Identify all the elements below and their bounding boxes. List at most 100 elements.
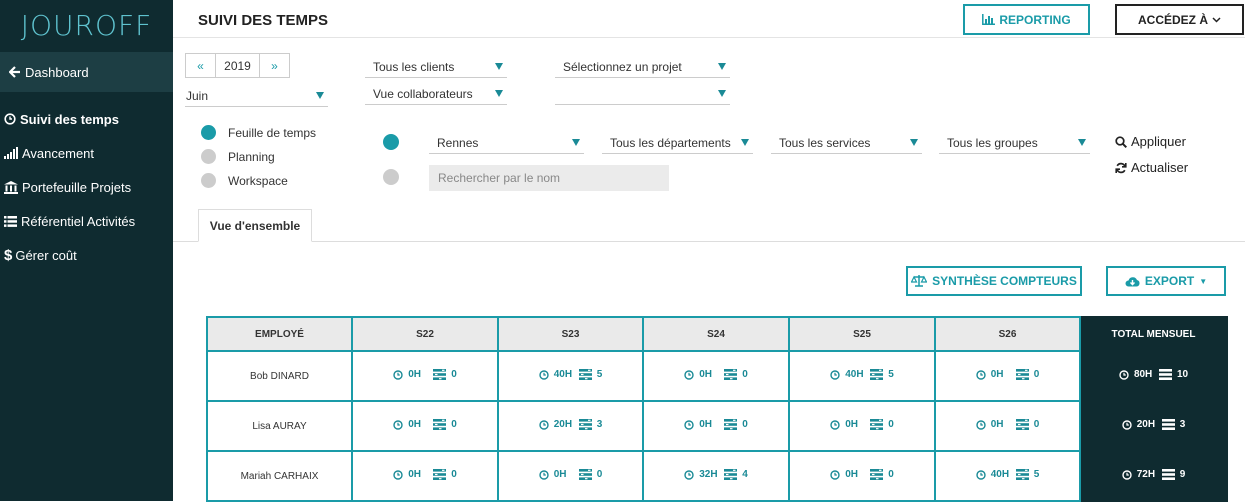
- clock-icon: [539, 370, 549, 380]
- page-title: SUIVI DES TEMPS: [198, 12, 329, 29]
- radio-icon: [201, 149, 216, 164]
- bank-icon: [4, 180, 18, 194]
- total-tasks: 9: [1179, 469, 1186, 481]
- mode-option-workspace[interactable]: Workspace: [201, 173, 288, 188]
- column-header-s26[interactable]: S26: [934, 316, 1081, 352]
- tasks-icon: [433, 369, 447, 381]
- week-cell[interactable]: 32H 4: [642, 450, 790, 502]
- services-value: Tous les services: [779, 135, 871, 150]
- week-cell[interactable]: 40H 5: [934, 450, 1081, 502]
- employee-name-cell[interactable]: Lisa AURAY: [206, 400, 353, 452]
- sidebar-item-avancement[interactable]: Avancement: [0, 136, 173, 170]
- tasks-icon: [433, 419, 447, 431]
- tasks-count: 0: [451, 419, 457, 431]
- sidebar-item-dashboard[interactable]: Dashboard: [0, 52, 173, 92]
- week-cell[interactable]: 40H 5: [788, 350, 936, 402]
- week-cell[interactable]: 0H 0: [788, 450, 936, 502]
- week-cell[interactable]: 0H 0: [642, 350, 790, 402]
- access-label: ACCÉDEZ À: [1137, 12, 1208, 27]
- tasks-icon: [433, 469, 447, 481]
- week-cell[interactable]: 0H 0: [642, 400, 790, 452]
- name-search-input[interactable]: Rechercher par le nom: [429, 165, 669, 191]
- tasks-icon: [870, 369, 884, 381]
- synthese-compteurs-button[interactable]: SYNTHÈSE COMPTEURS: [906, 266, 1082, 296]
- total-cell[interactable]: 80H 10: [1079, 350, 1228, 402]
- sidebar-item-label: Portefeuille Projets: [22, 179, 132, 195]
- employee-name-cell[interactable]: Bob DINARD: [206, 350, 353, 402]
- app-logo[interactable]: JOUROFF: [0, 0, 173, 52]
- secondary-select[interactable]: [555, 83, 730, 105]
- tasks-icon: [1158, 369, 1172, 381]
- tasks-icon: [870, 469, 884, 481]
- view-select[interactable]: Vue collaborateurs: [365, 83, 507, 105]
- total-cell[interactable]: 72H 9: [1079, 450, 1228, 502]
- mode-option-feuille[interactable]: Feuille de temps: [201, 125, 316, 140]
- total-cell[interactable]: 20H 3: [1079, 400, 1228, 452]
- hours-value: 0H: [553, 469, 567, 481]
- tasks-count: 3: [596, 419, 603, 431]
- tasks-count: 0: [1033, 419, 1040, 431]
- search-toggle[interactable]: [383, 169, 399, 185]
- employee-name-cell[interactable]: Mariah CARHAIX: [206, 450, 353, 502]
- table-row: Lisa AURAY 0H 0 20H 3 0H 0 0H 0 0H 0 20H 3: [206, 400, 1228, 452]
- column-header-employee[interactable]: EMPLOYÉ: [206, 316, 353, 352]
- refresh-button[interactable]: Actualiser: [1115, 160, 1188, 175]
- view-value: Vue collaborateurs: [373, 86, 473, 101]
- services-select[interactable]: Tous les services: [771, 132, 922, 154]
- hours-value: 32H: [699, 469, 718, 481]
- caret-down-icon: [910, 139, 918, 146]
- tab-overview[interactable]: Vue d'ensemble: [198, 209, 312, 242]
- caret-down-icon: [495, 90, 503, 97]
- column-header-s22[interactable]: S22: [351, 316, 499, 352]
- total-hours: 80H: [1133, 369, 1153, 381]
- sidebar-item-portefeuille[interactable]: Portefeuille Projets: [0, 170, 173, 204]
- tasks-icon: [1161, 469, 1175, 481]
- column-header-s24[interactable]: S24: [642, 316, 790, 352]
- location-select[interactable]: Rennes: [429, 132, 584, 154]
- main-content: SUIVI DES TEMPS REPORTING ACCÉDEZ À « 20…: [173, 0, 1245, 502]
- export-button[interactable]: EXPORT ▼: [1106, 266, 1226, 296]
- sidebar-item-cout[interactable]: $ Gérer coût: [0, 238, 173, 272]
- reporting-label: REPORTING: [999, 12, 1071, 27]
- clock-icon: [539, 420, 549, 430]
- column-header-s25[interactable]: S25: [788, 316, 936, 352]
- clock-icon: [1122, 470, 1132, 480]
- column-header-total[interactable]: TOTAL MENSUEL: [1079, 316, 1228, 352]
- hours-value: 0H: [699, 419, 713, 431]
- refresh-label: Actualiser: [1131, 160, 1189, 175]
- access-dropdown-button[interactable]: ACCÉDEZ À: [1115, 4, 1244, 35]
- week-cell[interactable]: 0H 0: [788, 400, 936, 452]
- sidebar-item-suivi[interactable]: Suivi des temps: [0, 102, 173, 136]
- clock-icon: [976, 420, 986, 430]
- apply-button[interactable]: Appliquer: [1115, 134, 1186, 149]
- clock-icon: [1119, 370, 1129, 380]
- month-select[interactable]: Juin: [185, 85, 328, 107]
- previous-year-button[interactable]: «: [186, 54, 215, 77]
- sidebar-item-referentiel[interactable]: Référentiel Activités: [0, 204, 173, 238]
- clients-select[interactable]: Tous les clients: [365, 56, 507, 78]
- week-cell[interactable]: 0H 0: [351, 350, 499, 402]
- tasks-icon: [1161, 419, 1175, 431]
- project-select[interactable]: Sélectionnez un projet: [555, 56, 730, 78]
- week-cell[interactable]: 20H 3: [497, 400, 644, 452]
- signal-bars-icon: [4, 147, 18, 159]
- week-cell[interactable]: 40H 5: [497, 350, 644, 402]
- next-year-button[interactable]: »: [260, 54, 289, 77]
- column-header-s23[interactable]: S23: [497, 316, 644, 352]
- mode-option-planning[interactable]: Planning: [201, 149, 275, 164]
- filter-toggle-selected[interactable]: [383, 134, 399, 150]
- cloud-download-icon: [1125, 276, 1140, 286]
- tasks-icon: [578, 419, 592, 431]
- mode-label: Workspace: [228, 173, 288, 188]
- week-cell[interactable]: 0H 0: [351, 450, 499, 502]
- reporting-button[interactable]: REPORTING: [963, 4, 1090, 35]
- departments-select[interactable]: Tous les départements: [602, 132, 753, 154]
- week-cell[interactable]: 0H 0: [351, 400, 499, 452]
- week-cell[interactable]: 0H 0: [934, 350, 1081, 402]
- hours-value: 40H: [845, 369, 864, 381]
- week-cell[interactable]: 0H 0: [934, 400, 1081, 452]
- week-cell[interactable]: 0H 0: [497, 450, 644, 502]
- tasks-count: 0: [451, 469, 457, 481]
- groups-select[interactable]: Tous les groupes: [939, 132, 1090, 154]
- refresh-icon: [1115, 162, 1127, 173]
